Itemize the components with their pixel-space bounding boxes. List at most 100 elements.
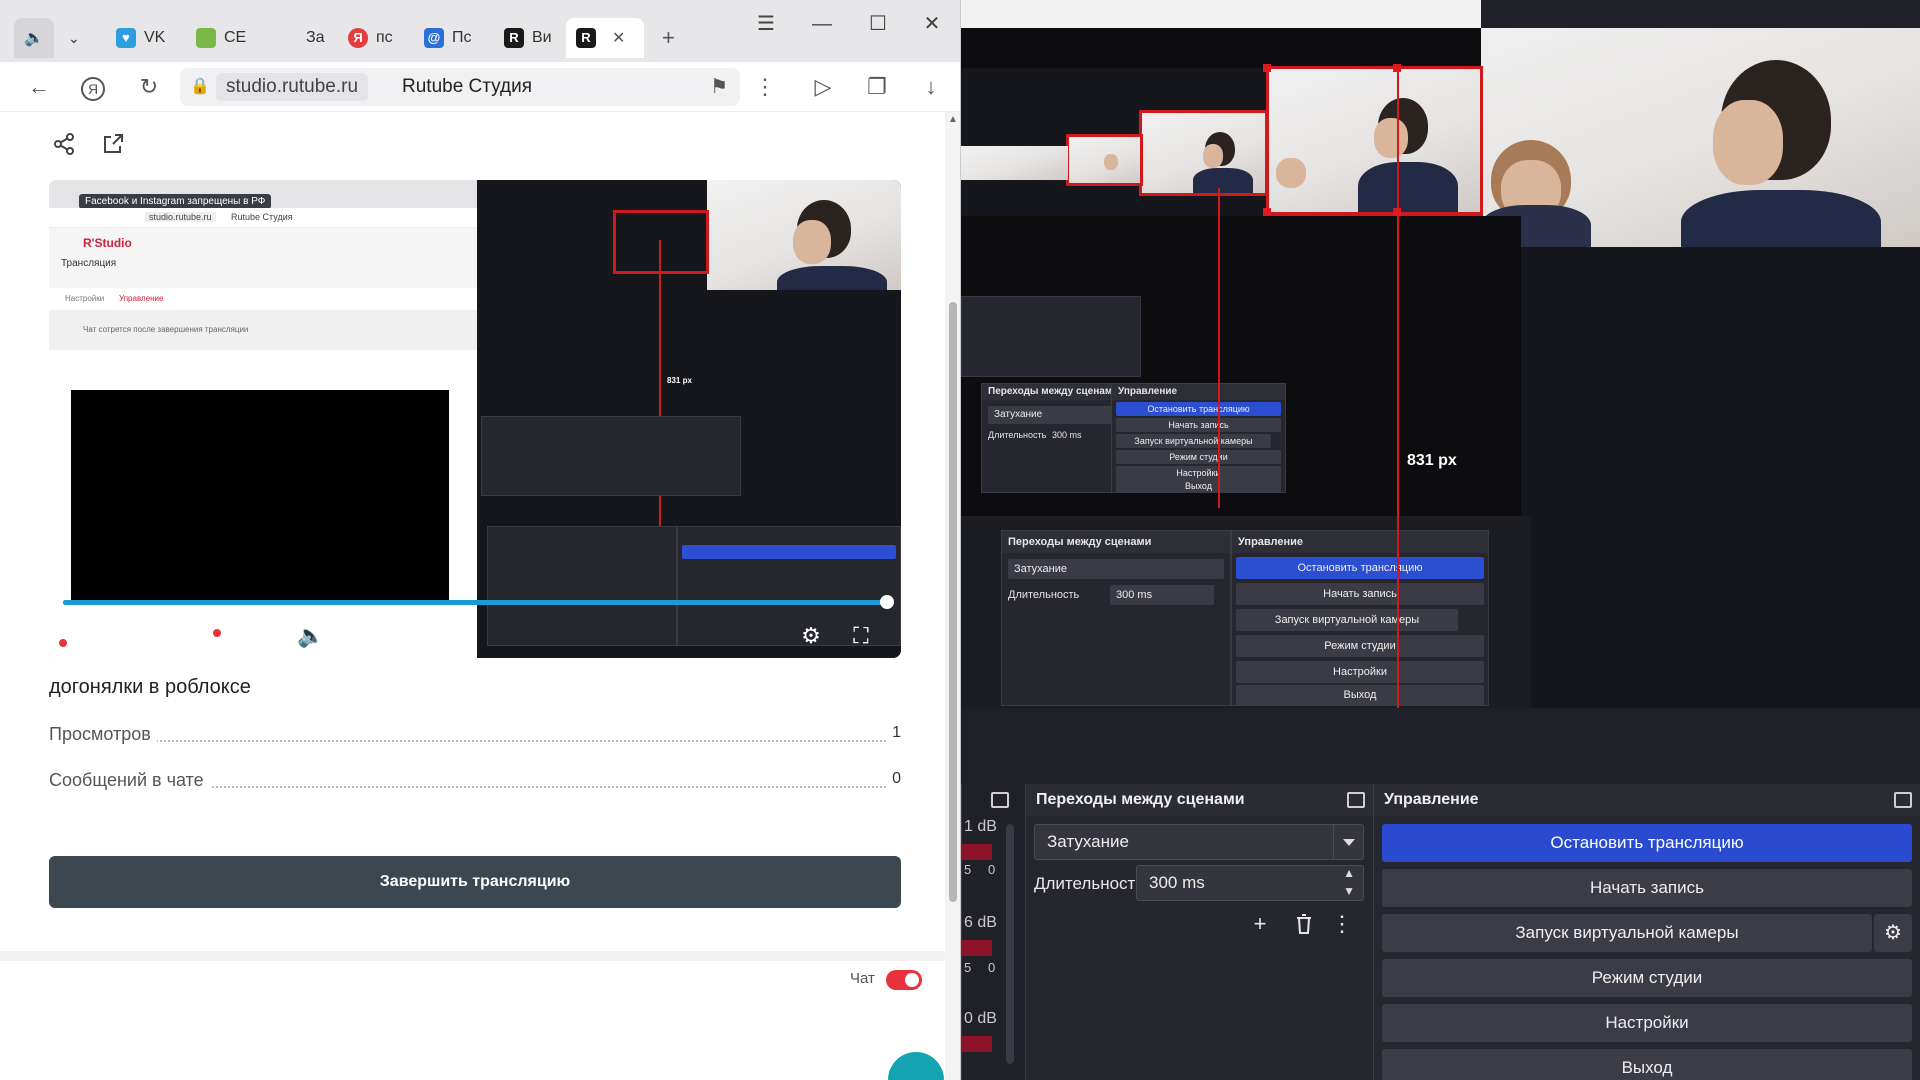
new-tab-button[interactable]: + [652,18,682,58]
controls-dock: Управление Остановить трансляцию Начать … [1373,784,1920,1080]
address-domain: studio.rutube.ru [216,73,369,101]
meter-db-label: 6 dB [964,914,997,931]
meter-tick: 5 [964,862,972,877]
settings-button[interactable]: Настройки [1382,1004,1912,1042]
more-vertical-icon[interactable]: ⋮ [1326,908,1358,940]
scroll-thumb[interactable] [949,302,957,902]
guide-handle[interactable] [1393,64,1401,72]
live-badge[interactable]: В эфире [213,624,290,642]
controls-dock-title: Управление [1374,784,1920,816]
nested-frame-2 [1139,110,1268,196]
close-tab-icon[interactable]: ✕ [612,28,625,48]
speaker-icon: 🔈 [24,30,44,47]
leaf-icon [196,28,216,48]
close-window-icon[interactable]: ✕ [918,10,946,38]
start-virtual-camera-button[interactable]: Запуск виртуальной камеры [1382,914,1872,952]
browser-window: 🔈 ⌄ ♥ VK CE За Япс @ Пс R Ви R ✕ + ☰ — ☐… [0,0,961,1080]
hamburger-menu-icon[interactable]: ☰ [752,10,780,38]
reload-icon[interactable]: ↻ [134,72,164,102]
duration-spinbox[interactable]: 300 ms ▲ ▼ [1136,865,1364,901]
rutube-icon: R [576,28,596,48]
download-icon[interactable]: ↓ [916,72,946,102]
video-player[interactable]: Facebook и Instagram запрещены в РФ stud… [49,180,901,658]
scroll-up-icon[interactable]: ▲ [948,114,958,125]
pause-icon[interactable]: ❙ [127,622,155,650]
meter-tick: 5 [964,960,972,975]
mixer-scrollbar[interactable] [1006,824,1014,1064]
blank-icon [278,28,298,48]
tab-audio-muted[interactable]: 🔈 [14,18,54,58]
volume-meter [962,1036,992,1052]
tab-yandex[interactable]: Япс [338,18,404,58]
trash-icon[interactable] [1288,908,1320,940]
nested-mini-transitions: Переходы между сценами Затухание Длитель… [981,383,1131,493]
duration-label: Длительность [1034,874,1145,893]
webcam-feed [1481,28,1920,247]
bookmark-icon[interactable]: ⚑ [710,74,728,99]
studio-mode-button[interactable]: Режим студии [1382,959,1912,997]
player-nested-obs: 831 px [477,180,901,658]
stat-row-chat-messages: Сообщений в чате 0 [49,770,901,796]
obs-title-strip [961,0,1481,28]
guide-handle[interactable] [1393,208,1401,216]
nested-mini-controls: Управление Остановить трансляцию Начать … [1111,383,1286,493]
obs-window: Переходы между сценами Затухание Длитель… [961,0,1920,1080]
back-arrow-icon[interactable]: ← [24,72,54,102]
tab-rutube-video[interactable]: R Ви [494,18,558,58]
chat-toggle[interactable] [886,970,922,990]
maximize-icon[interactable]: ☐ [864,10,892,38]
guide-handle[interactable] [1263,64,1271,72]
guide-handle[interactable] [1263,208,1271,216]
media-play-icon[interactable]: ▷ [808,72,838,102]
tab-rutube-studio[interactable]: R ✕ [566,18,644,58]
collections-icon[interactable]: ❐ [862,72,892,102]
page-scrollbar[interactable]: ▲ [945,112,960,1080]
add-icon[interactable]: + [1244,908,1276,940]
minimize-icon[interactable]: — [808,10,836,38]
stat-label: Сообщений в чате [49,770,210,791]
start-recording-button[interactable]: Начать запись [1382,869,1912,907]
dock-float-icon[interactable] [1347,792,1365,808]
desktop: Переходы между сценами Затухание Длитель… [0,0,1920,1080]
meter-tick: 0 [988,862,996,877]
yandex-logo-icon[interactable]: Я [78,72,108,102]
scene-transitions-dock: Переходы между сценами Затухание Длитель… [1025,784,1373,1080]
transition-select[interactable]: Затухание [1034,824,1364,860]
tab-za[interactable]: За [268,18,328,58]
address-bar[interactable]: 🔒 studio.rutube.ru Rutube Студия ⚑ [180,68,740,106]
fullscreen-icon[interactable]: ⛶ [847,622,875,650]
video-title: догонялки в роблоксе [49,676,251,698]
guide-line-vertical-2 [1218,188,1220,508]
dock-float-icon[interactable] [1894,792,1912,808]
more-vertical-icon[interactable]: ⋮ [750,72,780,102]
stat-label: Просмотров [49,724,157,745]
chevron-down-icon [1333,825,1363,859]
spin-arrows-icon[interactable]: ▲ ▼ [1343,864,1355,900]
rewind-10-icon[interactable]: 10 [175,622,203,650]
settings-gear-icon[interactable]: ⚙ [797,622,825,650]
volume-icon[interactable]: 🔈 [297,622,325,650]
share-icon[interactable] [49,132,79,162]
inner-studio-logo: R'Studio [83,236,132,250]
meter-db-label: 0 dB [964,1010,997,1027]
playback-progress-knob[interactable] [880,595,894,609]
virtual-camera-settings-gear-icon[interactable]: ⚙ [1874,914,1912,952]
exit-button[interactable]: Выход [1382,1049,1912,1080]
playback-progress-bar[interactable] [63,595,894,609]
dock-float-icon[interactable] [991,792,1009,808]
nested-transitions-dock: Переходы между сценами Затухание Длитель… [1001,530,1231,706]
address-page-title: Rutube Студия [402,76,533,97]
stop-streaming-button[interactable]: Остановить трансляцию [1382,824,1912,862]
obs-preview[interactable]: Переходы между сценами Затухание Длитель… [961,28,1920,708]
tab-list-dropdown[interactable]: ⌄ [58,18,92,58]
guide-line-vertical [1397,68,1399,708]
end-broadcast-button[interactable]: Завершить трансляцию [49,856,901,908]
nested-controls-dock: Управление Остановить трансляцию Начать … [1231,530,1489,706]
guide-size-label: 831 px [1407,452,1457,469]
tab-mail[interactable]: @ Пс [414,18,480,58]
tab-vk[interactable]: ♥ VK [106,18,172,58]
open-external-icon[interactable] [98,132,128,162]
player-nested-browser: Facebook и Instagram запрещены в РФ stud… [49,180,477,658]
tab-ce[interactable]: CE [186,18,252,58]
nested-capture-1 [961,28,1481,68]
